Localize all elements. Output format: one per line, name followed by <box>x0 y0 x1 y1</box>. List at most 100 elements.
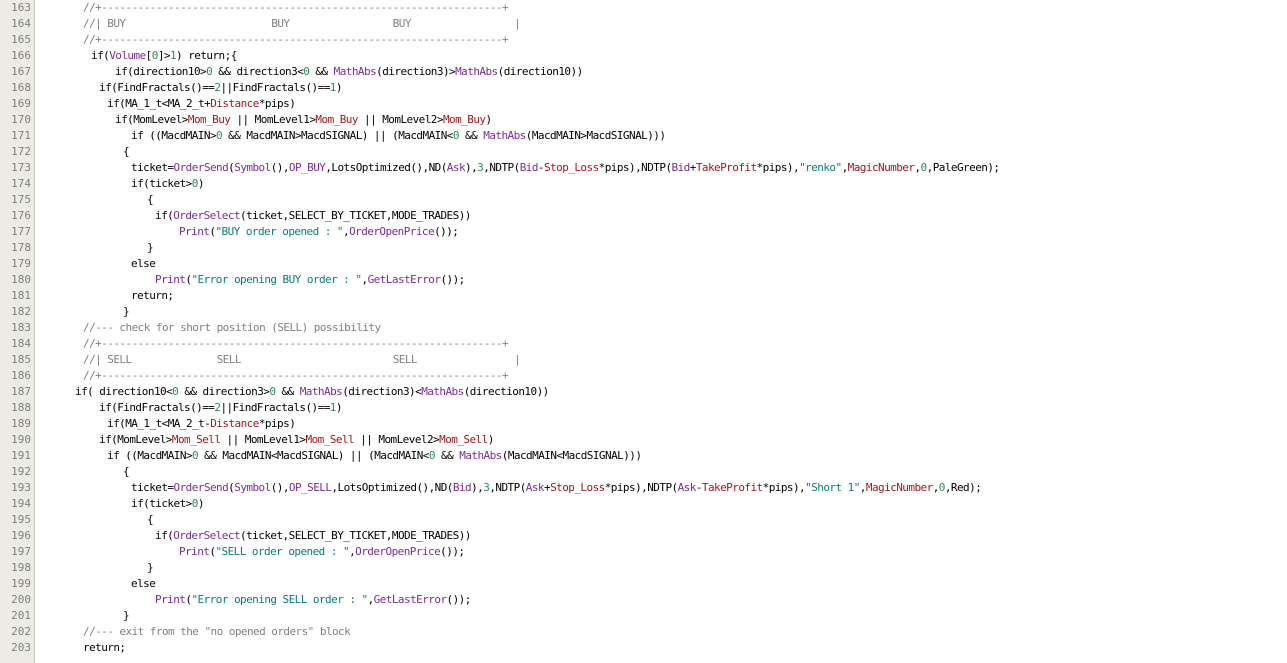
code-token: || MomLevel2> <box>357 113 444 126</box>
code-line[interactable]: 193 ticket=OrderSend(Symbol(),OP_SELL,Lot… <box>11 480 1287 496</box>
code-line[interactable]: 184 //+----------------------------------… <box>11 336 1287 352</box>
code-line[interactable]: 169 if(MA_1_t<MA_2_t+Distance*pips) <box>11 96 1287 112</box>
code-token: && direction3< <box>212 65 304 78</box>
code-line[interactable]: 165 //+----------------------------------… <box>11 32 1287 48</box>
line-number: 203 <box>11 641 31 654</box>
line-number: 190 <box>11 433 31 446</box>
code-line[interactable]: 182} <box>11 304 1287 320</box>
code-line[interactable]: 164 //| BUY BUY BUY | <box>11 16 1287 32</box>
code-line[interactable]: 172 { <box>11 144 1287 160</box>
code-line[interactable]: 201} <box>11 608 1287 624</box>
code-token: if(MomLevel> <box>99 433 172 446</box>
code-line[interactable]: 180 Print("Error opening BUY order : ",Ge… <box>11 272 1287 288</box>
code-token: else <box>131 577 156 590</box>
code-line[interactable]: 173 ticket=OrderSend(Symbol(),OP_BUY,Lots… <box>11 160 1287 176</box>
code-token: MODE_TRADES <box>391 529 459 542</box>
code-area[interactable]: 163 //+----------------------------------… <box>11 0 1287 663</box>
code-text: if(OrderSelect(ticket,SELECT_BY_TICKET,M… <box>155 528 471 544</box>
code-token: && <box>458 129 484 142</box>
code-token: ||FindFractals()== <box>220 81 330 94</box>
line-number: 196 <box>11 529 31 542</box>
code-editor[interactable]: 163 //+----------------------------------… <box>0 0 1287 663</box>
code-text: { <box>123 464 130 480</box>
code-line[interactable]: 203 return; <box>11 640 1287 656</box>
code-line[interactable]: 171 if ((MacdMAIN>0 && MacdMAIN>MacdSIGNA… <box>11 128 1287 144</box>
code-line[interactable]: 188 if(FindFractals()==2||FindFractals()=… <box>11 400 1287 416</box>
code-line[interactable]: 177 Print("BUY order opened : ",OrderOpen… <box>11 224 1287 240</box>
code-line[interactable]: 202 //--- exit from the "no opened orders… <box>11 624 1287 640</box>
code-token: ,LotsOptimized(),ND( <box>325 161 447 174</box>
code-token: *pips),NDTP( <box>598 161 672 174</box>
code-token: OrderOpenPrice <box>349 225 435 238</box>
code-line[interactable]: 167 if(direction10>0 && direction3<0 && M… <box>11 64 1287 80</box>
code-line[interactable]: 176 if(OrderSelect(ticket,SELECT_BY_TICKE… <box>11 208 1287 224</box>
code-line[interactable]: 198} <box>11 560 1287 576</box>
line-number: 200 <box>11 593 31 606</box>
code-line[interactable]: 170 if(MomLevel>Mom_Buy || MomLevel1>Mom_… <box>11 112 1287 128</box>
line-number: 179 <box>11 257 31 270</box>
code-token: ||FindFractals()== <box>220 401 330 414</box>
code-line[interactable]: 168 if(FindFractals()==2||FindFractals()=… <box>11 80 1287 96</box>
code-line[interactable]: 179 else <box>11 256 1287 272</box>
code-text: else <box>131 256 156 272</box>
code-line[interactable]: 183 //--- check for short position (SELL)… <box>11 320 1287 336</box>
code-token: ticket= <box>131 161 174 174</box>
code-line[interactable]: 200 Print("Error opening SELL order : ",G… <box>11 592 1287 608</box>
code-text: //--- exit from the "no opened orders" b… <box>83 624 351 640</box>
code-line[interactable]: 166 if(Volume[0]>1) return;{ <box>11 48 1287 64</box>
code-line[interactable]: 186 //+----------------------------------… <box>11 368 1287 384</box>
code-line[interactable]: 199 else <box>11 576 1287 592</box>
code-line[interactable]: 196 if(OrderSelect(ticket,SELECT_BY_TICKE… <box>11 528 1287 544</box>
code-text: //--- check for short position (SELL) po… <box>83 320 381 336</box>
line-number: 198 <box>11 561 31 574</box>
line-number: 170 <box>11 113 31 126</box>
code-line[interactable]: 185 //| SELL SELL SELL | <box>11 352 1287 368</box>
code-token: ,NDTP( <box>489 481 526 494</box>
line-number: 184 <box>11 337 31 350</box>
code-token: MODE_TRADES <box>391 209 459 222</box>
code-text: //| SELL SELL SELL | <box>83 352 521 368</box>
line-number: 176 <box>11 209 31 222</box>
code-token: (), <box>270 161 290 174</box>
code-line[interactable]: 192 { <box>11 464 1287 480</box>
code-token: && <box>275 385 300 398</box>
code-line[interactable]: 178} <box>11 240 1287 256</box>
code-line[interactable]: 195 { <box>11 512 1287 528</box>
code-token: *pips), <box>756 161 800 174</box>
code-line[interactable]: 190 if(MomLevel>Mom_Sell || MomLevel1>Mom… <box>11 432 1287 448</box>
code-token: if(MA_1_t<MA_2_t- <box>107 417 211 430</box>
code-line[interactable]: 197 Print("SELL order opened : ",OrderOpe… <box>11 544 1287 560</box>
code-text: return; <box>131 288 174 304</box>
code-text: Print("BUY order opened : ",OrderOpenPri… <box>179 224 459 240</box>
code-token: Print <box>155 593 186 606</box>
code-token: "Error opening SELL order : " <box>191 593 368 606</box>
code-text: if(MA_1_t<MA_2_t-Distance*pips) <box>107 416 296 432</box>
code-token: if( <box>155 529 174 542</box>
code-line[interactable]: 175 { <box>11 192 1287 208</box>
code-token: if(MomLevel> <box>115 113 188 126</box>
code-line[interactable]: 163 //+----------------------------------… <box>11 0 1287 16</box>
code-token: if ((MacdMAIN> <box>107 449 193 462</box>
code-token: Stop_Loss <box>550 481 605 494</box>
code-token: "renko" <box>799 161 842 174</box>
code-line[interactable]: 187 if( direction10<0 && direction3>0 && … <box>11 384 1287 400</box>
code-token: } <box>147 561 154 574</box>
code-line[interactable]: 189 if(MA_1_t<MA_2_t-Distance*pips) <box>11 416 1287 432</box>
code-token: if(direction10> <box>115 65 207 78</box>
code-token: //| SELL SELL SELL | <box>83 353 521 366</box>
line-number: 163 <box>11 1 31 14</box>
line-number: 168 <box>11 81 31 94</box>
code-token: MathAbs <box>459 449 502 462</box>
code-token: && <box>434 449 460 462</box>
code-token: if(FindFractals()== <box>99 401 215 414</box>
code-line[interactable]: 174 if(ticket>0) <box>11 176 1287 192</box>
line-number: 165 <box>11 33 31 46</box>
code-token: || MomLevel2> <box>354 433 440 446</box>
code-token: Symbol <box>234 481 271 494</box>
code-line[interactable]: 191 if ((MacdMAIN>0 && MacdMAIN<MacdSIGNA… <box>11 448 1287 464</box>
line-number: 187 <box>11 385 31 398</box>
code-token: //+-------------------------------------… <box>83 337 509 350</box>
code-line[interactable]: 194 if(ticket>0) <box>11 496 1287 512</box>
code-text: { <box>123 144 130 160</box>
code-line[interactable]: 181 return; <box>11 288 1287 304</box>
